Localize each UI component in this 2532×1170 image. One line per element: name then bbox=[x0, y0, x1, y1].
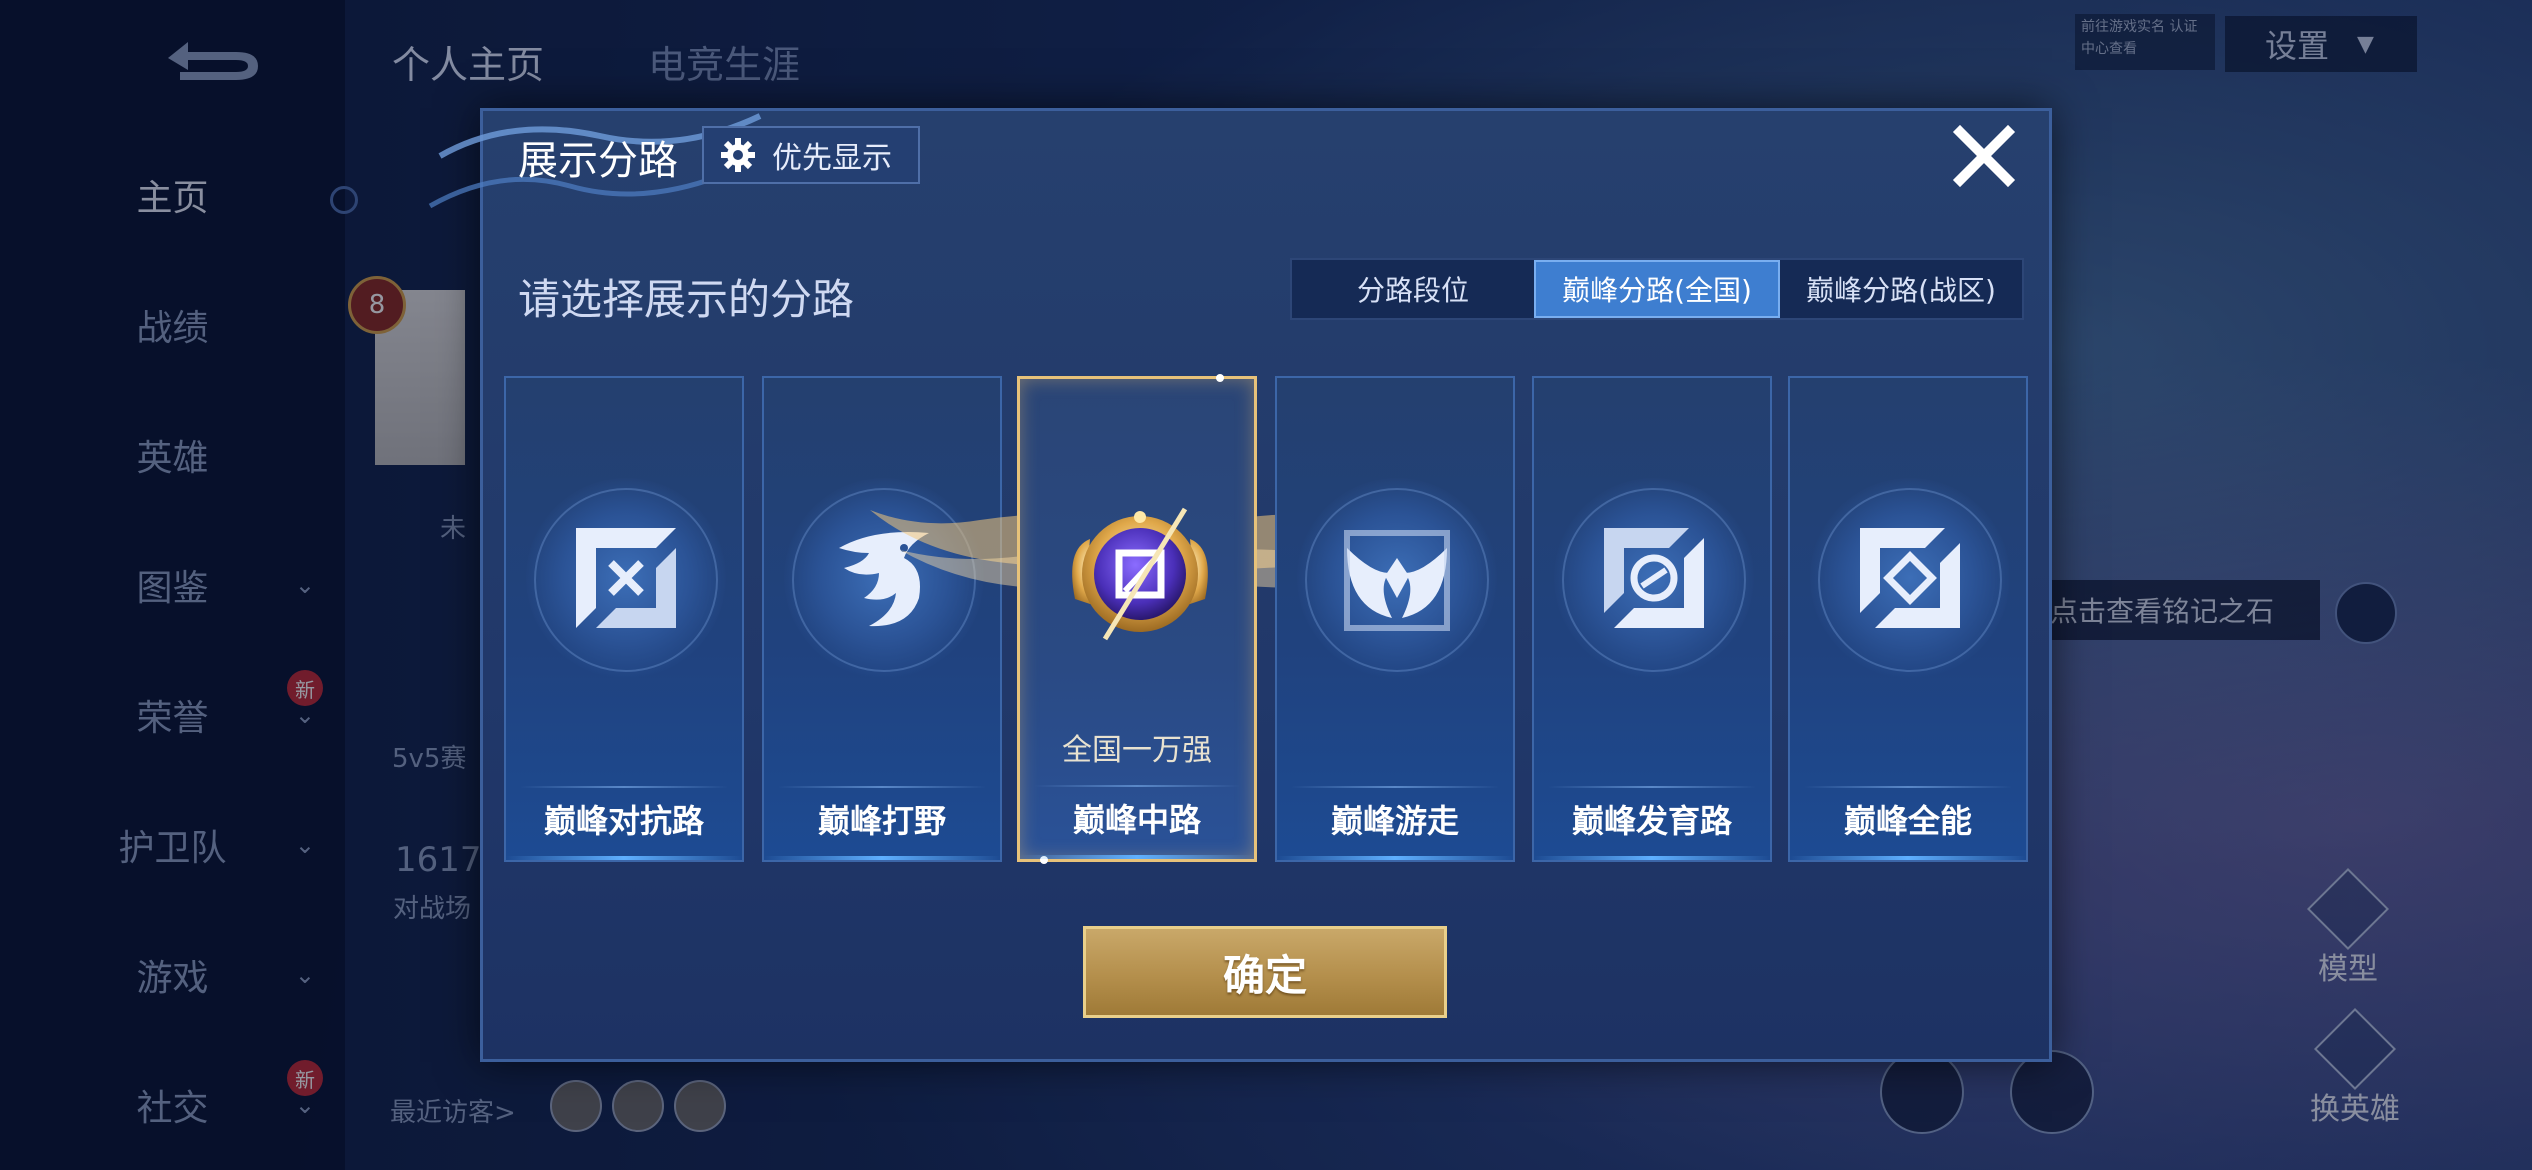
lane-card-label: 巅峰中路 bbox=[1072, 801, 1201, 839]
lane-card-farm[interactable]: 巅峰发育路 bbox=[1532, 376, 1772, 862]
card-divider bbox=[1291, 786, 1499, 788]
rank-text: 全国一万强 bbox=[1062, 733, 1212, 768]
mid-lane-emblem-icon bbox=[1072, 507, 1208, 641]
gear-icon bbox=[721, 138, 755, 172]
tab-peak-lane-region[interactable]: 巅峰分路(战区) bbox=[1780, 260, 2022, 318]
close-icon[interactable] bbox=[1950, 122, 2018, 190]
card-underline bbox=[1277, 856, 1513, 860]
priority-display-button[interactable]: 优先显示 bbox=[702, 126, 920, 184]
lane-card-clash[interactable]: 巅峰对抗路 bbox=[504, 376, 744, 862]
lane-card-label: 巅峰打野 bbox=[817, 802, 946, 840]
clash-lane-icon bbox=[576, 528, 676, 628]
lane-card-all-round[interactable]: 巅峰全能 bbox=[1788, 376, 2028, 862]
card-underline bbox=[1534, 856, 1770, 860]
tab-peak-lane-national[interactable]: 巅峰分路(全国) bbox=[1534, 260, 1780, 318]
roam-wings-icon bbox=[1344, 530, 1450, 631]
card-divider bbox=[1034, 785, 1240, 787]
lane-card-label: 巅峰发育路 bbox=[1571, 802, 1732, 840]
card-underline bbox=[764, 856, 1000, 860]
confirm-button[interactable]: 确定 bbox=[1083, 926, 1447, 1018]
lane-card-roam[interactable]: 巅峰游走 bbox=[1275, 376, 1515, 862]
lane-card-label: 巅峰游走 bbox=[1330, 802, 1459, 840]
priority-display-label: 优先显示 bbox=[772, 141, 892, 176]
card-divider bbox=[778, 786, 986, 788]
dialog-title: 展示分路 bbox=[518, 138, 678, 184]
card-divider bbox=[1548, 786, 1756, 788]
card-divider bbox=[520, 786, 728, 788]
lane-card-mid[interactable]: 全国一万强 巅峰中路 bbox=[1017, 374, 1257, 864]
card-underline bbox=[506, 856, 742, 860]
rank-type-segmented-control: 分路段位 巅峰分路(全国) 巅峰分路(战区) bbox=[1290, 258, 2024, 320]
corner-spark-icon bbox=[1216, 374, 1224, 382]
lane-card-label: 巅峰对抗路 bbox=[543, 802, 704, 840]
farm-lane-icon bbox=[1604, 528, 1704, 628]
select-lane-prompt: 请选择展示的分路 bbox=[518, 275, 855, 324]
tab-lane-rank[interactable]: 分路段位 bbox=[1292, 260, 1534, 318]
all-round-icon bbox=[1860, 528, 1960, 628]
card-underline bbox=[1790, 856, 2026, 860]
card-underline bbox=[1020, 855, 1254, 859]
card-divider bbox=[1804, 786, 2012, 788]
lane-card-label: 巅峰全能 bbox=[1843, 802, 1972, 840]
